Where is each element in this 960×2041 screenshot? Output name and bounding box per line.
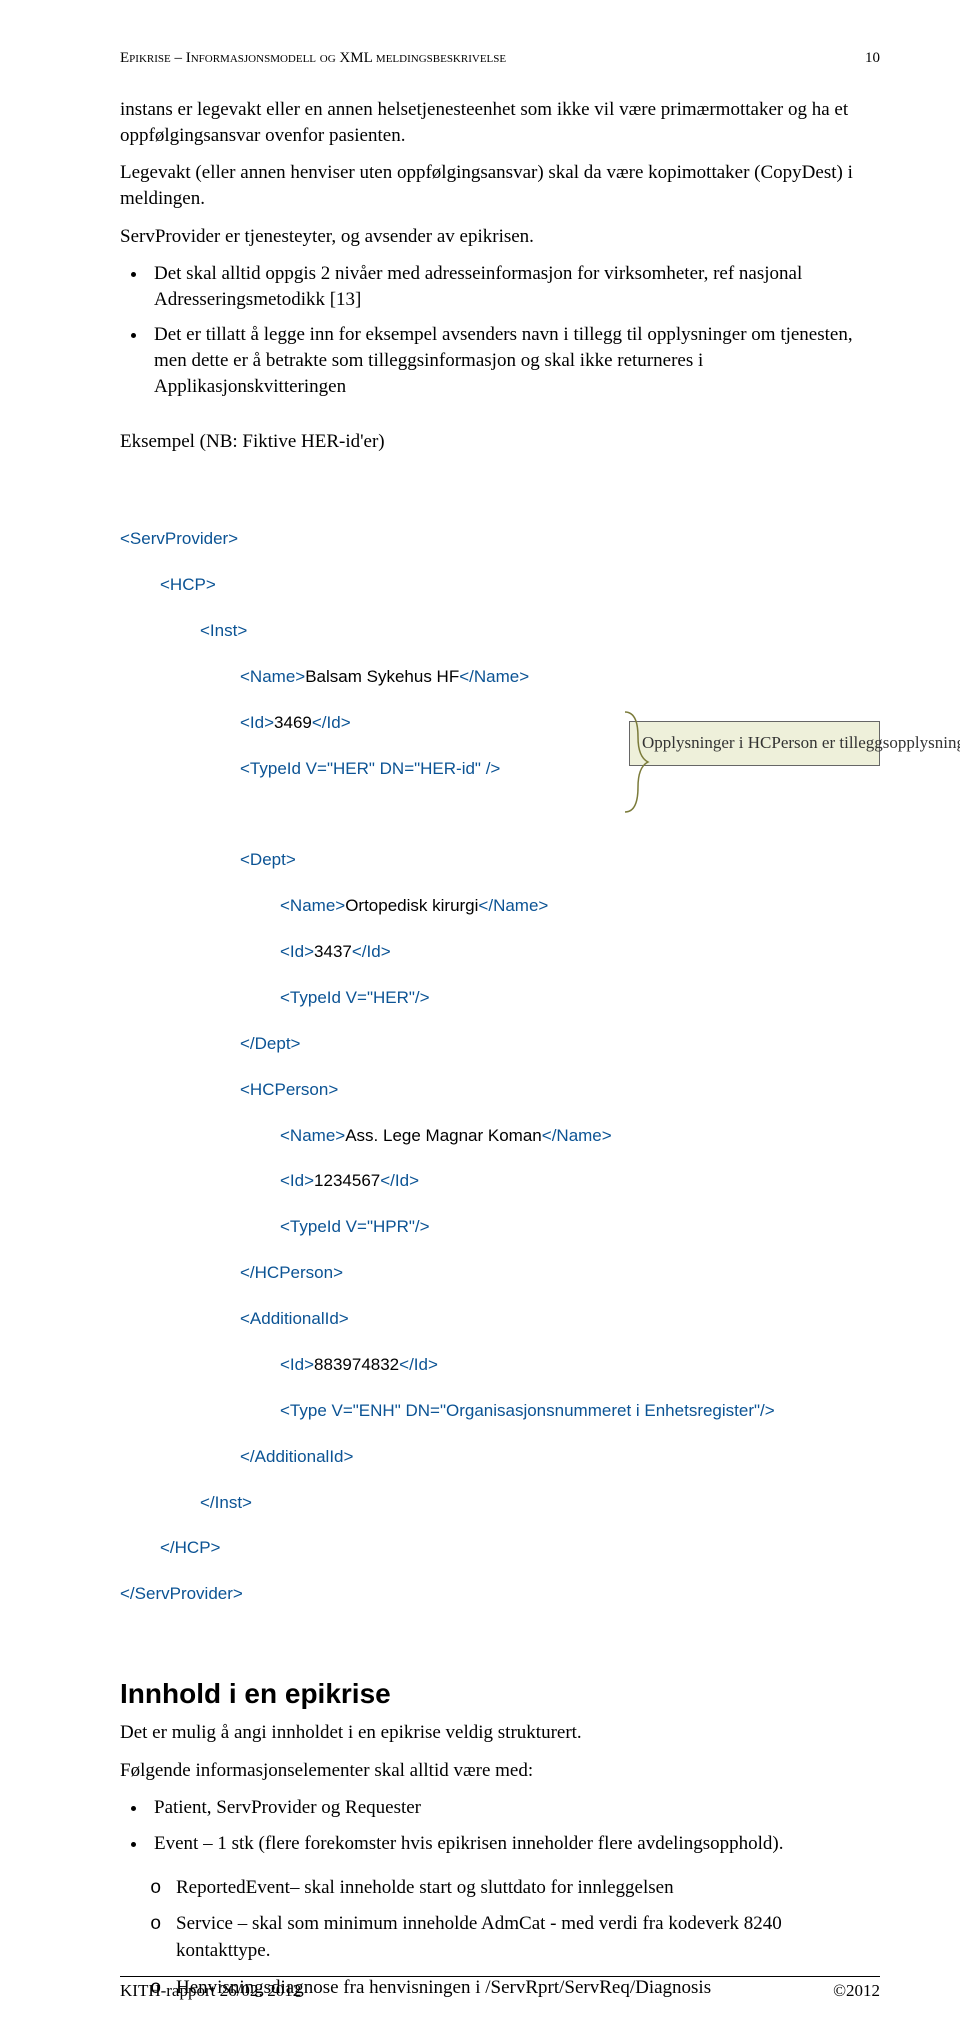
xml-line: <Name> xyxy=(240,667,305,686)
xml-text: 883974832 xyxy=(314,1355,399,1374)
paragraph-3: ServProvider er tjenesteyter, og avsende… xyxy=(120,224,880,250)
paragraph-1: instans er legevakt eller en annen helse… xyxy=(120,97,880,148)
xml-line: </Id> xyxy=(380,1171,419,1190)
xml-line: </HCPerson> xyxy=(240,1263,343,1282)
xml-line: <TypeId V="HER" DN="HER-id" /> xyxy=(240,759,500,778)
paragraph-2: Legevakt (eller annen henviser uten oppf… xyxy=(120,160,880,211)
xml-line: <Dept> xyxy=(240,850,296,869)
xml-line: </Dept> xyxy=(240,1034,301,1053)
xml-text: 1234567 xyxy=(314,1171,380,1190)
footer-right: ©2012 xyxy=(833,1981,880,2001)
section-bullet-1: Patient, ServProvider og Requester xyxy=(148,1795,880,1821)
footer-left: KITH-rapport 26/02: 2012 xyxy=(120,1981,301,2001)
xml-line: <Id> xyxy=(240,713,274,732)
xml-line: </HCP> xyxy=(160,1538,220,1557)
xml-line: <ServProvider> xyxy=(120,529,238,548)
page-number: 10 xyxy=(865,50,880,67)
xml-line: </Name> xyxy=(459,667,529,686)
xml-line: </Inst> xyxy=(200,1493,252,1512)
callout-box: Opplysninger i HCPerson er tilleggsopply… xyxy=(629,721,880,765)
xml-line: <Id> xyxy=(280,1171,314,1190)
section-para-1: Det er mulig å angi innholdet i en epikr… xyxy=(120,1720,880,1746)
sub-bullet-1: ReportedEvent– skal inneholde start og s… xyxy=(150,1875,880,1902)
xml-line: <Name> xyxy=(280,896,345,915)
xml-line: <Inst> xyxy=(200,621,247,640)
xml-text: Ass. Lege Magnar Koman xyxy=(345,1126,542,1145)
xml-text: Balsam Sykehus HF xyxy=(305,667,459,686)
xml-line: <Id> xyxy=(280,942,314,961)
sub-bullet-2: Service – skal som minimum inneholde Adm… xyxy=(150,1911,880,1964)
example-heading: Eksempel (NB: Fiktive HER-id'er) xyxy=(120,431,880,453)
section-bullet-2: Event – 1 stk (flere forekomster hvis ep… xyxy=(148,1831,880,1857)
xml-line: <Type V="ENH" DN="Organisasjonsnummeret … xyxy=(280,1401,775,1420)
bullet-2: Det er tillatt å legge inn for eksempel … xyxy=(148,322,880,399)
xml-line: </Name> xyxy=(542,1126,612,1145)
xml-line: </Id> xyxy=(352,942,391,961)
page-footer: KITH-rapport 26/02: 2012 ©2012 xyxy=(120,1976,880,2001)
header-title: Epikrise – Informasjonsmodell og XML mel… xyxy=(120,50,506,67)
xml-line: <Id> xyxy=(280,1355,314,1374)
xml-text: 3469 xyxy=(274,713,312,732)
xml-line: </AdditionalId> xyxy=(240,1447,353,1466)
xml-line: <TypeId V="HER"/> xyxy=(280,988,430,1007)
section-para-2: Følgende informasjonselementer skal allt… xyxy=(120,1758,880,1784)
xml-text: Ortopedisk kirurgi xyxy=(345,896,478,915)
xml-line: <Name> xyxy=(280,1126,345,1145)
section-heading: Innhold i en epikrise xyxy=(120,1678,880,1710)
xml-line: <HCPerson> xyxy=(240,1080,338,1099)
xml-line: </Name> xyxy=(478,896,548,915)
xml-line: <TypeId V="HPR"/> xyxy=(280,1217,430,1236)
xml-line: </ServProvider> xyxy=(120,1584,243,1603)
xml-line: <AdditionalId> xyxy=(240,1309,349,1328)
xml-text: 3437 xyxy=(314,942,352,961)
xml-line: </Id> xyxy=(399,1355,438,1374)
bullet-1: Det skal alltid oppgis 2 nivåer med adre… xyxy=(148,261,880,312)
xml-line: <HCP> xyxy=(160,575,216,594)
xml-example: Opplysninger i HCPerson er tilleggsopply… xyxy=(120,459,880,1652)
xml-line: </Id> xyxy=(312,713,351,732)
